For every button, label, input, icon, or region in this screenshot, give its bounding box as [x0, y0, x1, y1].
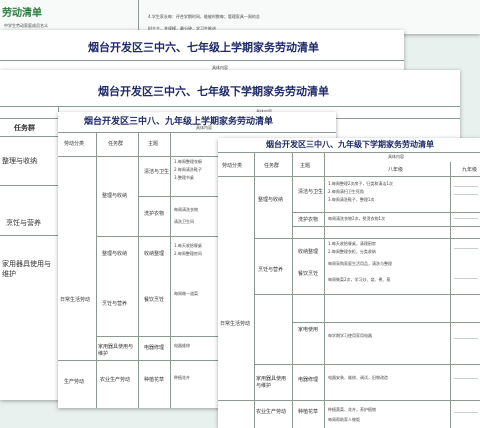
sheet-4-task-3: 农业生产劳动 — [256, 409, 287, 415]
sheet-4-cell-7: 每周做菜2次，学习炒、烧、煮、蒸 — [328, 277, 391, 282]
sheet-4-cell-2: 3.每周清洗鞋子，整理1次 — [328, 197, 375, 202]
sheet-4-task-1: 烹饪与营养 — [258, 267, 284, 273]
sheet-4-topic-4: 家电使用 — [298, 327, 319, 333]
sheet-3-task-1: 整理与收纳 — [102, 251, 128, 257]
sheet-3-note-6: 2.每周整理房间 — [174, 251, 202, 256]
sheet-3-category-prod: 生产劳动 — [64, 379, 85, 385]
sheet-4-col-eight: 八年级 — [388, 167, 404, 173]
sheet-4-cell-10: 种植蔬菜、花卉，养护植物 — [328, 407, 376, 412]
sheet-3-task-0: 整理与收纳 — [102, 193, 128, 199]
sheet-2-title: 烟台开发区三中六、七年级下学期家务劳动清单 — [98, 85, 329, 98]
sheet-4-topic-1: 洗护衣物 — [298, 217, 319, 223]
sheet-4: 烟台开发区三中八、九年级下学期家务劳动清单 具体内容 劳动分类 任务群 主题 八… — [218, 138, 480, 428]
sheet-3-note-8: 电器维修 — [174, 343, 190, 348]
sheet-4-cell-5: 2.每周整理衣柜，分类收纳 — [328, 249, 376, 254]
sheet-2-row-1: 整理与收纳 — [2, 157, 37, 165]
sheet-4-col-nine: 九年级 — [462, 167, 478, 173]
sheet-3-task-4: 农业生产劳动 — [100, 377, 131, 383]
sheet-2-row-2: 烹饪与营养 — [6, 219, 41, 227]
sheet-2-header-task: 任务群 — [14, 124, 35, 132]
sheet-3-title: 烟台开发区三中八、九年级上学期家务劳动清单 — [84, 117, 274, 127]
sheet-3-note-3: 每周清洗衣物 — [174, 207, 198, 212]
sheet-4-cell-8: 每学期学习使用家用电器 — [328, 333, 372, 338]
sheet-4-sub: 具体内容 — [388, 154, 404, 159]
sheet-3-note-0: 1.每周整理衣橱 — [174, 159, 202, 164]
sheet-3-topic-3: 餐饮烹饪 — [144, 297, 165, 303]
sheet-4-cell-1: 2.每周清扫卫生死角 — [328, 189, 364, 194]
sheet-4-cell-0: 1.每周整理2次房子，归类和清洁1次 — [328, 181, 393, 186]
sheet-4-header-1: 任务群 — [264, 163, 280, 169]
sheet-3-topic-4: 电器修理 — [144, 345, 165, 351]
sheet-4-cell-9: 电器安装、维修、调试，旧物改造 — [328, 375, 388, 380]
sheet-3-task-3: 家用器具使用与维护 — [98, 344, 134, 357]
sheet-2-row-3: 家用器具使用与维护 — [2, 260, 51, 278]
sheet-4-topic-2: 收纳整理 — [298, 249, 319, 255]
sheet-3-sub: 具体内容 — [196, 125, 212, 130]
sheet-3-topic-5: 种植花草 — [144, 377, 165, 383]
sheet-3-topic-1: 洗护衣物 — [144, 211, 165, 217]
sheet-3-note-1: 2.每周清洗鞋子 — [174, 167, 202, 172]
sheet-4-cell-3: 每周清洗衣物2次，熨烫衣物1次 — [328, 216, 386, 221]
sheet-4-header-2: 主题 — [300, 163, 311, 169]
top-banner-sheet: 劳动清单 中学生劳动家庭成员名义 4.学生家长每：评合学期时间，能被时数每；管理… — [0, 0, 480, 34]
sheet-4-header-0: 劳动分类 — [222, 163, 243, 169]
sheet-1-title: 烟台开发区三中六、七年级上学期家务劳动清单 — [88, 41, 319, 54]
sheet-3-task-2: 烹饪与营养 — [102, 301, 128, 307]
sheet-4-cell-6: 每周采购家庭生活用品，清洗与整理 — [328, 261, 392, 266]
sheet-3-topic-2: 收纳整理 — [144, 251, 165, 257]
sheet-3-note-9: 种植花卉 — [174, 375, 190, 380]
sheet-4-topic-3: 餐饮烹饪 — [298, 271, 319, 277]
sheet-3-note-7: 每周做一道菜 — [174, 291, 198, 296]
sheet-4-task-2: 家用器具使用与维护 — [256, 376, 287, 389]
sheet-3-note-2: 3.整理书桌 — [174, 175, 194, 180]
sheet-4-category-daily: 日常生活劳动 — [220, 321, 251, 327]
sheet-4-cell-11: 每周帮助家人做饭 — [328, 417, 360, 422]
sheet-3-note-4: 清洗卫生间 — [174, 219, 194, 224]
sheet-3-category-daily: 日常生活劳动 — [60, 297, 91, 303]
sheet-4-topic-5: 电器修理 — [298, 377, 319, 383]
banner-left-text: 劳动清单 — [2, 8, 42, 19]
sheet-4-title: 烟台开发区三中八、九年级下学期家务劳动清单 — [266, 140, 434, 149]
sheet-4-task-0: 整理与收纳 — [258, 197, 284, 203]
sheet-4-topic-0: 清洁与卫生 — [298, 189, 324, 195]
sheet-3-topic-0: 清洁与卫生 — [144, 169, 170, 175]
sheet-4-cell-4: 1.每天收拾餐桌，清理厨房 — [328, 241, 376, 246]
sheet-3-note-5: 1.每天收拾餐桌 — [174, 243, 202, 248]
banner-right-text: 4.学生家长每：评合学期时间，能被时数每；管理家具—周的总 — [148, 14, 260, 19]
sheet-3-header-2: 主题 — [148, 141, 159, 147]
sheet-3-header-1: 任务群 — [108, 141, 124, 147]
sheet-4-topic-6: 种植花草 — [298, 409, 319, 415]
sheet-3-header-0: 劳动分类 — [64, 141, 85, 147]
banner-left-sub: 中学生劳动家庭成员名义 — [4, 23, 48, 28]
